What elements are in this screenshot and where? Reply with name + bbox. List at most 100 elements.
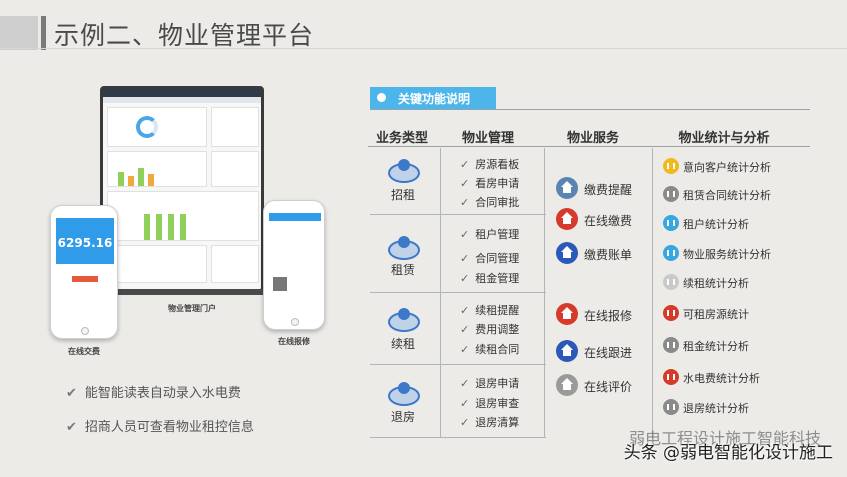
mgmt-item: ✓ 续租提醒 (460, 304, 520, 317)
mini-bar (168, 214, 174, 240)
check-icon: ✓ (460, 343, 470, 356)
check-icon: ✔ (66, 386, 77, 401)
slide: 示例二、物业管理平台 物业管理门户 6295.16 在线交费 在线报修 ✔ 能智… (0, 0, 847, 477)
laptop-panel-donut (107, 107, 207, 147)
title-decor-block (0, 16, 38, 50)
title-decor-accent (41, 16, 46, 50)
bar-chart-icon (663, 399, 679, 415)
check-icon: ✓ (460, 304, 470, 317)
grid-hline (370, 364, 546, 365)
col-head-stats: 物业统计与分析 (678, 131, 770, 146)
check-icon: ✓ (460, 272, 470, 285)
tenant-icon (388, 382, 420, 406)
donut-chart-icon (136, 116, 158, 138)
laptop-navbar (103, 97, 261, 103)
check-icon: ✓ (460, 397, 470, 410)
mgmt-item: ✓ 租金管理 (460, 272, 520, 285)
bar-chart-icon (663, 186, 679, 202)
column-head-underline (368, 146, 810, 147)
bar-chart-icon (663, 369, 679, 385)
bar-chart-icon (663, 305, 679, 321)
phone-left-screen: 6295.16 (56, 218, 114, 322)
bar-chart-icon (663, 245, 679, 261)
phone-right-home-button (291, 318, 299, 326)
home-icon (556, 303, 578, 325)
mgmt-item: ✓ 退房审查 (460, 397, 520, 410)
laptop-topbar (103, 89, 261, 97)
laptop-panel-table (211, 151, 259, 187)
mgmt-item: ✓ 费用调整 (460, 323, 520, 336)
home-icon (556, 177, 578, 199)
type-label: 招租 (390, 188, 415, 202)
laptop-panel-chart (107, 191, 259, 241)
watermark: 头条 @弱电智能化设计施工 (623, 443, 833, 463)
grid-vline (440, 148, 441, 438)
mini-bar (156, 214, 162, 240)
mgmt-item: ✓ 看房申请 (460, 177, 520, 190)
mini-bar (144, 214, 150, 240)
mgmt-item: ✓ 租户管理 (460, 228, 520, 241)
tenant-icon (388, 236, 420, 260)
phone-left-mockup: 6295.16 (50, 205, 118, 339)
home-icon (556, 340, 578, 362)
check-icon: ✓ (460, 196, 470, 209)
check-icon: ✓ (460, 377, 470, 390)
phone-left-header: 6295.16 (56, 218, 114, 264)
grid-vline (544, 148, 545, 438)
col-head-service: 物业服务 (566, 131, 619, 146)
check-icon: ✓ (460, 177, 470, 190)
col-head-type: 业务类型 (375, 131, 428, 146)
page-title: 示例二、物业管理平台 (54, 21, 315, 50)
key-functions-header: 关键功能说明 (370, 87, 496, 109)
mgmt-item: ✓ 房源看板 (460, 158, 520, 171)
check-icon: ✓ (460, 252, 470, 265)
phone-right-caption: 在线报修 (278, 337, 310, 346)
laptop-caption: 物业管理门户 (168, 304, 216, 313)
phone-right-mockup (263, 200, 325, 330)
mgmt-item: ✓ 合同审批 (460, 196, 520, 209)
tenant-icon (388, 308, 420, 332)
mini-bar (148, 174, 154, 186)
laptop-panel-bars (107, 151, 207, 187)
laptop-screen (100, 86, 267, 295)
bullet-item: ✔ 能智能读表自动录入水电费 (66, 386, 241, 401)
mgmt-item: ✓ 退房申请 (460, 377, 520, 390)
laptop-panel-list (211, 107, 259, 147)
home-icon (556, 208, 578, 230)
key-header-underline (370, 109, 810, 110)
bar-chart-icon (663, 215, 679, 231)
check-icon: ✓ (460, 158, 470, 171)
phone-left-amount: 6295.16 (57, 236, 113, 250)
mgmt-item: ✓ 退房清算 (460, 416, 520, 429)
phone-left-caption: 在线交费 (68, 347, 100, 356)
mini-bar (138, 168, 144, 186)
bar-chart-icon (663, 158, 679, 174)
type-label: 续租 (390, 337, 415, 351)
check-icon: ✓ (460, 323, 470, 336)
laptop-panel-footer-left (107, 245, 207, 283)
bullet-dot-icon (377, 93, 386, 102)
grid-hline (370, 292, 546, 293)
mgmt-item: ✓ 合同管理 (460, 252, 520, 265)
key-functions-title: 关键功能说明 (398, 92, 471, 106)
laptop-mockup (100, 86, 267, 298)
check-icon: ✔ (66, 420, 77, 435)
phone-left-red-value (72, 276, 98, 282)
mgmt-item: ✓ 续租合同 (460, 343, 520, 356)
bar-chart-icon (663, 274, 679, 290)
phone-right-screen (269, 213, 321, 315)
type-label: 租赁 (390, 263, 415, 277)
home-icon (556, 242, 578, 264)
grid-vline (652, 148, 653, 438)
tenant-icon (388, 159, 420, 183)
laptop-bottom-bar (103, 289, 267, 295)
laptop-panel-footer-right (211, 245, 259, 283)
mini-bar (180, 214, 186, 240)
title-divider (0, 48, 847, 49)
bar-chart-icon (663, 337, 679, 353)
bullet-item: ✔ 招商人员可查看物业租控信息 (66, 420, 254, 435)
phone-left-home-button (81, 327, 89, 335)
grid-hline (370, 437, 546, 438)
col-head-mgmt: 物业管理 (461, 131, 514, 146)
title-bar: 示例二、物业管理平台 (0, 12, 847, 50)
